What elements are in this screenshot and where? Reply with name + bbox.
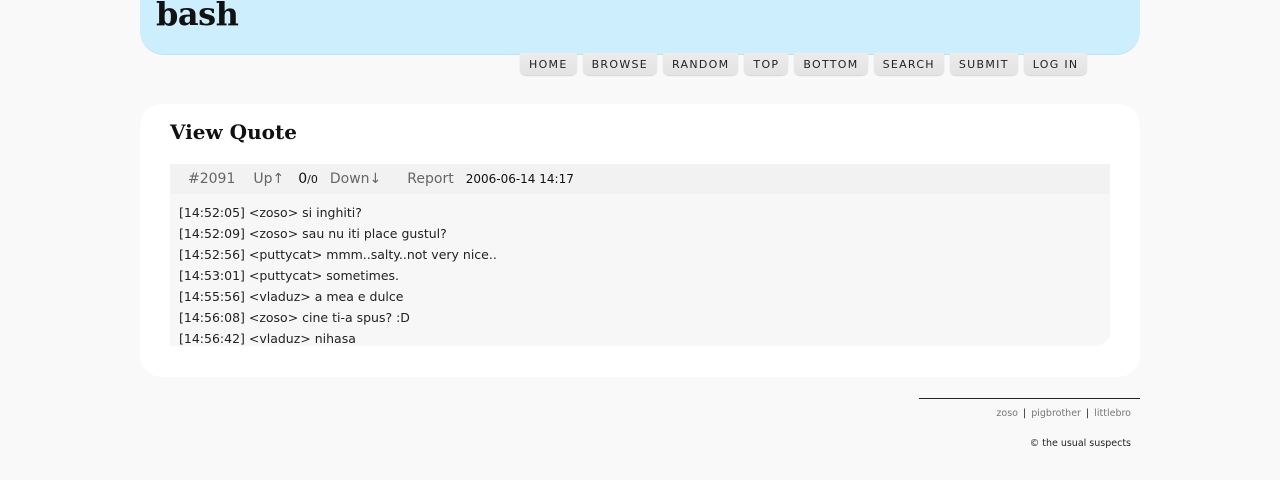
footer-separator: | bbox=[1022, 408, 1027, 419]
quote-line: [14:53:01] <puttycat> sometimes. bbox=[179, 268, 400, 283]
nav-home-button[interactable]: HOME bbox=[520, 53, 577, 75]
page-title: View Quote bbox=[170, 120, 297, 144]
quote-line: [14:55:56] <vladuz> a mea e dulce bbox=[179, 289, 404, 304]
footer-link-pigbrother[interactable]: pigbrother bbox=[1031, 408, 1081, 419]
quote-id-link[interactable]: #2091 bbox=[188, 171, 235, 187]
quote-date: 2006-06-14 14:17 bbox=[465, 172, 574, 186]
nav-browse-button[interactable]: BROWSE bbox=[582, 53, 658, 75]
quote-line: [14:56:08] <zoso> cine ti-a spus? :D bbox=[179, 310, 410, 325]
footer-link-zoso[interactable]: zoso bbox=[996, 408, 1018, 419]
report-link[interactable]: Report bbox=[407, 171, 453, 187]
upvote-link[interactable]: Up↑ bbox=[253, 171, 284, 187]
quote-score: 0/0 bbox=[298, 171, 318, 187]
footer-link-littlebro[interactable]: littlebro bbox=[1094, 408, 1131, 419]
nav-submit-button[interactable]: SUBMIT bbox=[949, 53, 1018, 75]
nav-top-button[interactable]: TOP bbox=[744, 53, 789, 75]
nav-search-button[interactable]: SEARCH bbox=[873, 53, 944, 75]
main-panel: View Quote #2091 Up↑ 0/0 Down↓ Report 20… bbox=[140, 104, 1140, 377]
footer-links: zoso | pigbrother | littlebro bbox=[996, 408, 1131, 419]
quote-card: #2091 Up↑ 0/0 Down↓ Report 2006-06-14 14… bbox=[170, 164, 1110, 346]
quote-line: [14:52:56] <puttycat> mmm..salty..not ve… bbox=[179, 247, 497, 262]
footer-divider bbox=[919, 398, 1140, 399]
site-header: bash bbox=[140, 0, 1140, 54]
nav-bottom-button[interactable]: BOTTOM bbox=[794, 53, 868, 75]
quote-toolbar: #2091 Up↑ 0/0 Down↓ Report 2006-06-14 14… bbox=[170, 164, 1110, 194]
copyright-text: © the usual suspects bbox=[1029, 438, 1131, 449]
quote-line: [14:56:42] <vladuz> nihasa bbox=[179, 331, 356, 346]
quote-line: [14:52:09] <zoso> sau nu iti place gustu… bbox=[179, 226, 447, 241]
site-title[interactable]: bash bbox=[156, 0, 239, 30]
quote-line: [14:52:05] <zoso> si inghiti? bbox=[179, 205, 362, 220]
quote-text: [14:52:05] <zoso> si inghiti? [14:52:09]… bbox=[170, 194, 1110, 349]
footer-separator: | bbox=[1086, 408, 1090, 419]
nav-login-button[interactable]: LOG IN bbox=[1023, 53, 1088, 75]
vote-count: 0 bbox=[310, 173, 318, 186]
downvote-link[interactable]: Down↓ bbox=[330, 171, 381, 187]
nav-random-button[interactable]: RANDOM bbox=[663, 53, 739, 75]
main-nav: HOME BROWSE RANDOM TOP BOTTOM SEARCH SUB… bbox=[520, 53, 1088, 75]
score-value: 0 bbox=[298, 171, 308, 187]
